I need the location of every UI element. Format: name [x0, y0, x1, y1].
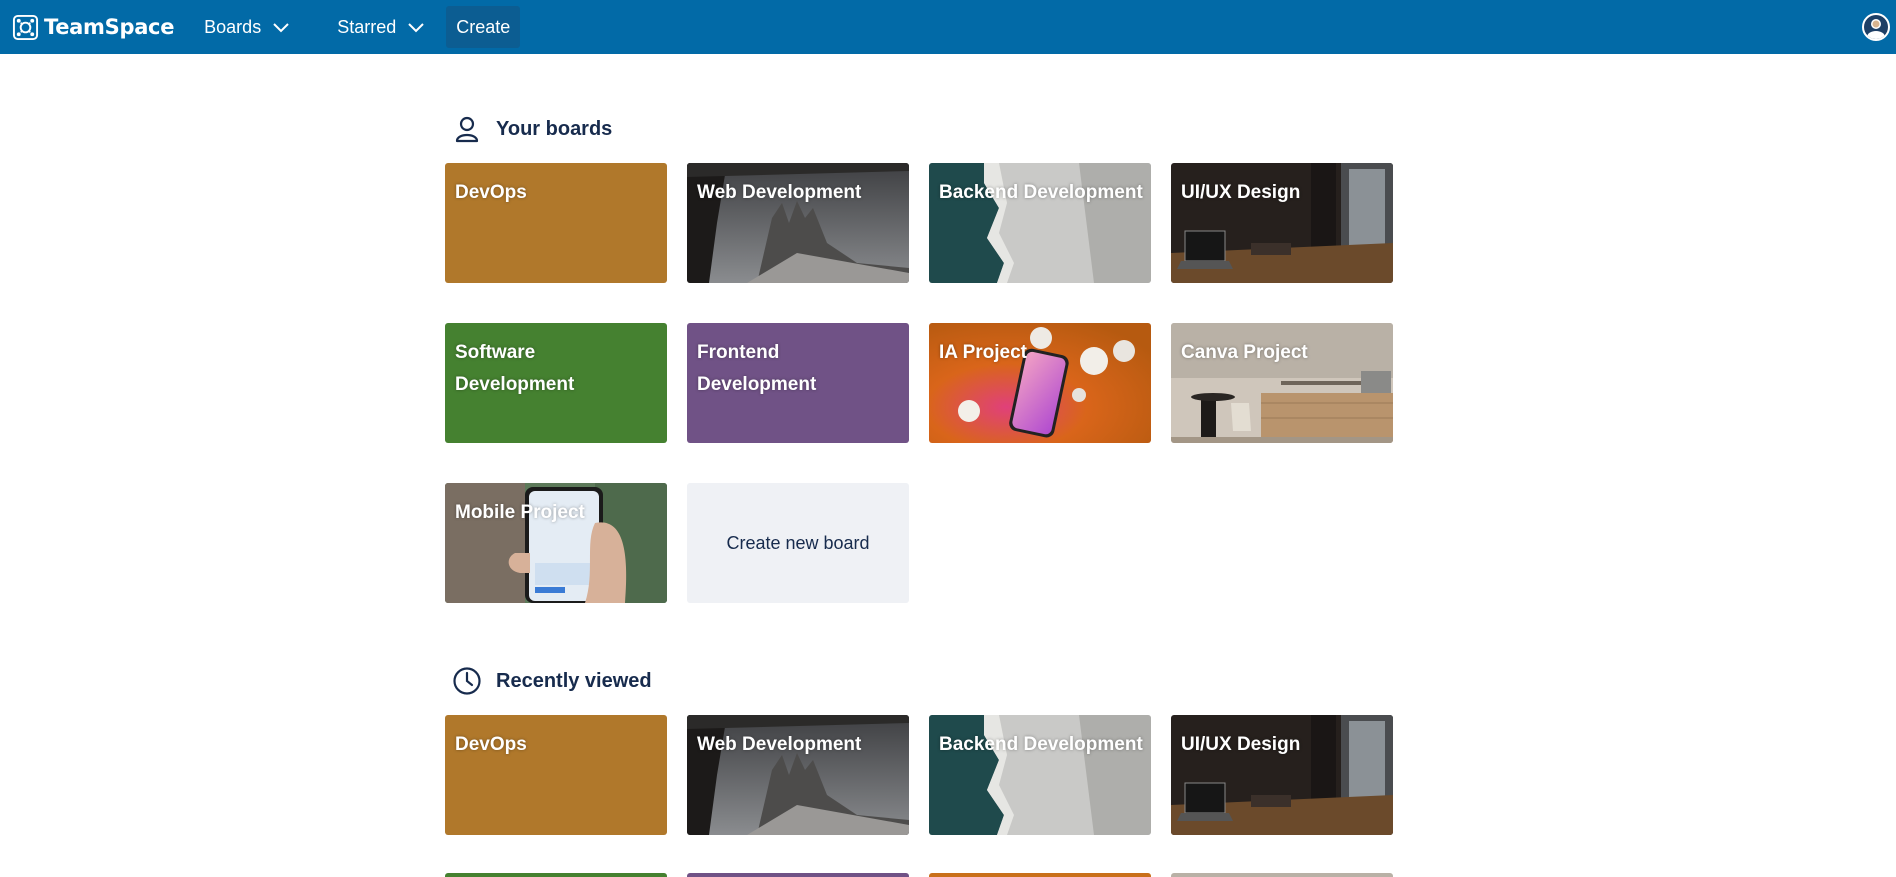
board-title: Web Development: [697, 182, 862, 203]
chevron-down-icon: [408, 23, 424, 33]
board-tile-mobile-project[interactable]: Mobile Project: [445, 483, 667, 603]
board-title: Mobile Project: [455, 502, 585, 523]
board-title: IA Project: [939, 342, 1027, 363]
teamspace-logo-icon: [12, 14, 39, 40]
board-tile-partial[interactable]: [445, 873, 667, 877]
board-title: Web Development: [697, 734, 862, 755]
board-tile-canva-project[interactable]: Canva Project: [1171, 323, 1393, 443]
user-avatar[interactable]: [1862, 13, 1890, 41]
recent-tile-web-development[interactable]: Web Development: [687, 715, 909, 835]
boards-menu-button[interactable]: Boards: [198, 7, 297, 47]
brand-name: TeamSpace: [44, 15, 175, 39]
board-title: UI/UX Design: [1181, 182, 1301, 203]
your-boards-header: Your boards: [452, 114, 612, 144]
boards-menu-label: Boards: [204, 16, 262, 37]
recently-viewed-next-row: [445, 873, 1393, 877]
recent-tile-ui-ux-design[interactable]: UI/UX Design: [1171, 715, 1393, 835]
board-title: Software Development: [455, 342, 575, 395]
board-tile-ia-project[interactable]: IA Project: [929, 323, 1151, 443]
board-tile-frontend-development[interactable]: Frontend Development: [687, 323, 909, 443]
board-tile-partial[interactable]: [687, 873, 909, 877]
recent-tile-backend-development[interactable]: Backend Development: [929, 715, 1151, 835]
create-new-board-tile[interactable]: Create new board: [687, 483, 909, 603]
board-title: DevOps: [455, 734, 527, 755]
board-title: Backend Development: [939, 734, 1143, 755]
recently-viewed-title: Recently viewed: [496, 669, 652, 692]
starred-menu-button[interactable]: Starred: [331, 7, 432, 47]
user-icon: [455, 116, 479, 143]
board-tile-partial[interactable]: [1171, 873, 1393, 877]
board-title: Canva Project: [1181, 342, 1308, 363]
top-navigation-bar: TeamSpace Boards Starred Create: [0, 0, 1896, 54]
board-tile-backend-development[interactable]: Backend Development: [929, 163, 1151, 283]
your-boards-title: Your boards: [496, 117, 613, 140]
board-title: Frontend Development: [697, 342, 817, 395]
board-tile-ui-ux-design[interactable]: UI/UX Design: [1171, 163, 1393, 283]
board-tile-devops[interactable]: DevOps: [445, 163, 667, 283]
create-button[interactable]: Create: [446, 6, 521, 48]
recent-tile-devops[interactable]: DevOps: [445, 715, 667, 835]
board-tile-partial[interactable]: [929, 873, 1151, 877]
starred-menu-label: Starred: [337, 16, 397, 37]
board-title: Backend Development: [939, 182, 1143, 203]
board-tile-web-development[interactable]: Web Development: [687, 163, 909, 283]
brand-logo[interactable]: TeamSpace: [12, 0, 174, 54]
chevron-down-icon: [273, 23, 289, 33]
board-title: UI/UX Design: [1181, 734, 1301, 755]
recently-viewed-header: Recently viewed: [452, 666, 652, 696]
your-boards-grid: DevOps Web Development Backend Developme…: [445, 163, 1393, 603]
recently-viewed-grid: DevOps Web Development Backend Developme…: [445, 715, 1393, 835]
avatar-icon: [1864, 15, 1888, 39]
clock-icon: [453, 667, 481, 695]
board-title: DevOps: [455, 182, 527, 203]
board-tile-software-development[interactable]: Software Development: [445, 323, 667, 443]
